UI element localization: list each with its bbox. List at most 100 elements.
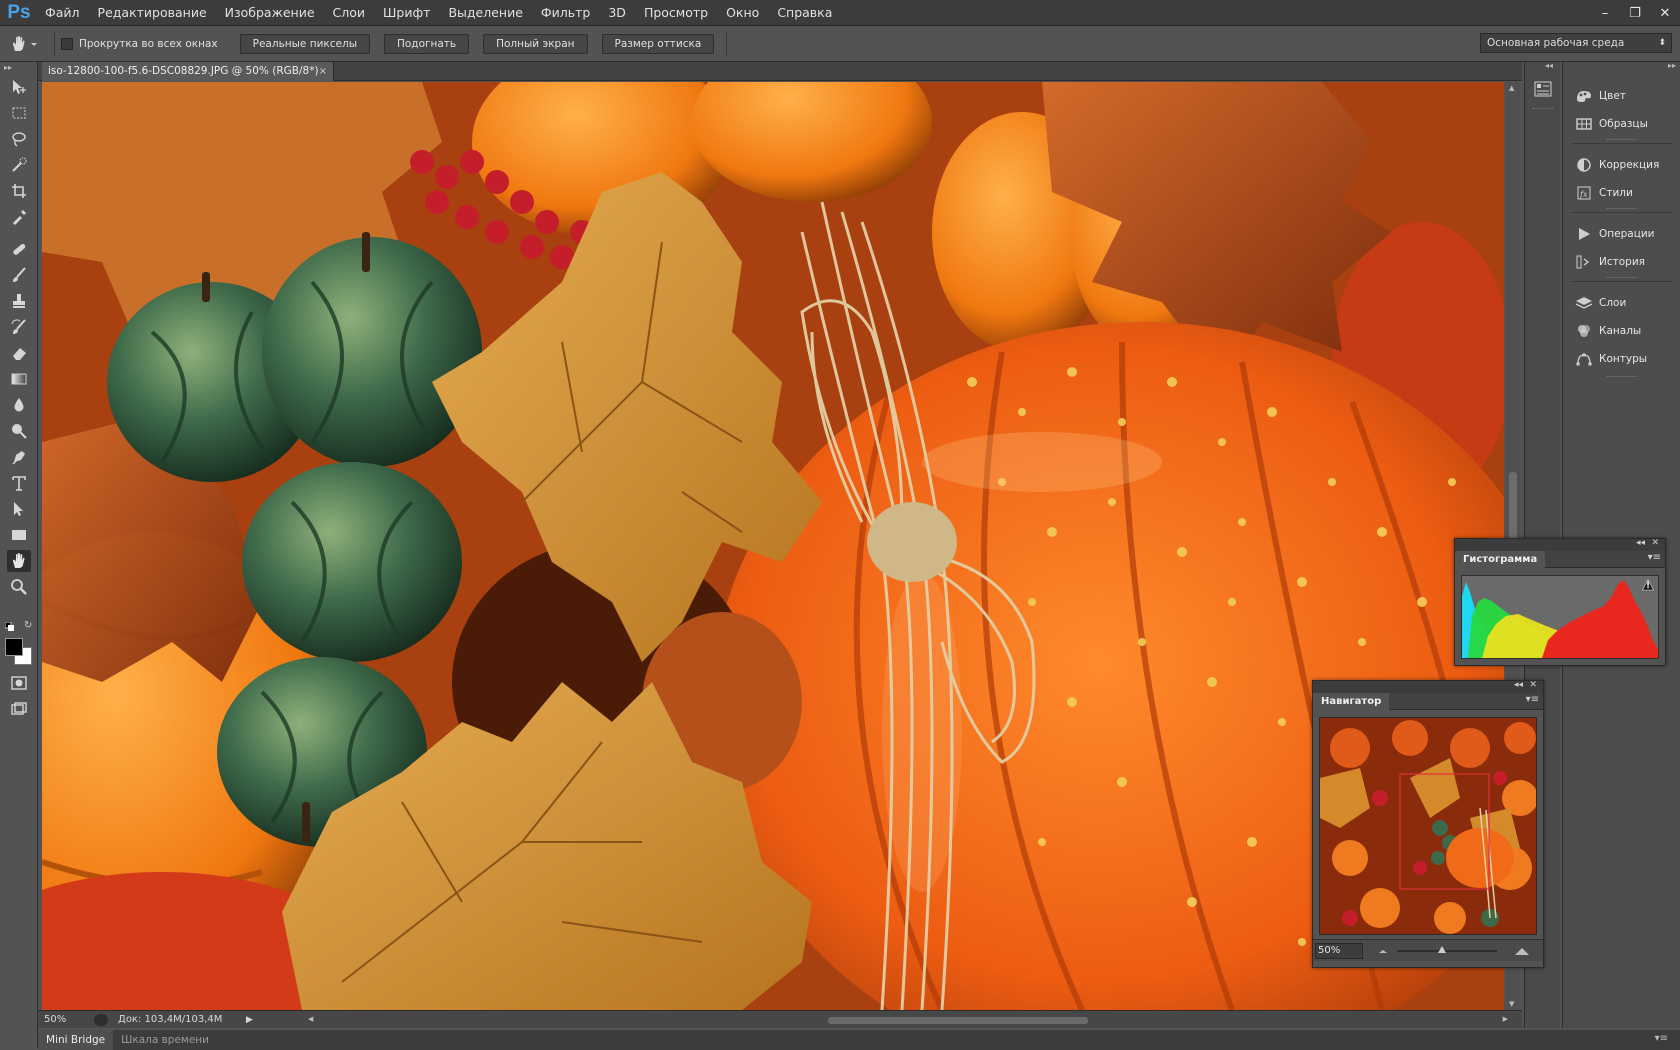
dock-grip[interactable]	[1607, 376, 1637, 378]
navigator-preview[interactable]	[1319, 717, 1537, 935]
info-icon[interactable]	[94, 1013, 108, 1026]
hand-tool-preset-icon[interactable]	[0, 26, 48, 62]
menu-window[interactable]: Окно	[717, 0, 768, 26]
scroll-up-icon[interactable]: ▲	[1509, 84, 1514, 92]
close-panel-icon[interactable]: ✕	[1651, 538, 1659, 548]
dock-grip[interactable]	[1607, 277, 1637, 279]
actions-icon	[1573, 226, 1595, 242]
navigator-zoom-row: 50%	[1313, 939, 1543, 961]
menu-view[interactable]: Просмотр	[635, 0, 717, 26]
navigator-zoom-slider[interactable]	[1397, 946, 1497, 953]
pen-tool-icon[interactable]	[7, 446, 31, 468]
collapse-tools-icon[interactable]: ▸▸	[4, 63, 12, 72]
menu-type[interactable]: Шрифт	[374, 0, 439, 26]
scroll-all-windows-checkbox[interactable]	[61, 37, 73, 50]
panel-title-bar[interactable]: ◂◂ ✕	[1313, 680, 1543, 693]
tab-navigator[interactable]: Навигатор	[1313, 693, 1390, 710]
menu-edit[interactable]: Редактирование	[89, 0, 216, 26]
dock-item-history[interactable]: История	[1573, 251, 1645, 273]
histogram-warning-icon[interactable]: !	[1642, 579, 1654, 591]
quick-mask-icon[interactable]	[7, 672, 31, 694]
history-brush-tool-icon[interactable]	[7, 316, 31, 338]
close-icon[interactable]: ×	[319, 62, 327, 81]
horizontal-scrollbar[interactable]: ◀ ▶	[308, 1015, 1508, 1025]
dock-item-channels[interactable]: Каналы	[1573, 320, 1641, 342]
quick-selection-tool-icon[interactable]	[7, 154, 31, 176]
minimize-button[interactable]: –	[1590, 0, 1620, 26]
dock-item-color[interactable]: Цвет	[1573, 85, 1626, 107]
eraser-tool-icon[interactable]	[7, 342, 31, 364]
panel-menu-icon[interactable]: ▾≡	[1526, 694, 1539, 705]
crop-tool-icon[interactable]	[7, 180, 31, 202]
zoom-out-icon[interactable]	[1377, 944, 1389, 959]
workspace-select[interactable]: Основная рабочая среда ⬍	[1480, 33, 1672, 53]
dock-item-adjustments[interactable]: Коррекция	[1573, 154, 1659, 176]
menu-3d[interactable]: 3D	[599, 0, 635, 26]
collapse-panel-icon[interactable]: ◂◂	[1636, 538, 1645, 548]
fill-screen-button[interactable]: Полный экран	[483, 33, 588, 54]
dock-grip[interactable]	[1607, 208, 1637, 210]
close-panel-icon[interactable]: ✕	[1529, 680, 1537, 690]
tab-timeline[interactable]: Шкала времени	[113, 1030, 217, 1050]
menu-image[interactable]: Изображение	[216, 0, 324, 26]
navigator-zoom-field[interactable]: 50%	[1315, 943, 1363, 959]
document-tab[interactable]: iso-12800-100-f5.6-DSC08829.JPG @ 50% (R…	[42, 62, 334, 81]
menu-select[interactable]: Выделение	[439, 0, 531, 26]
actual-pixels-button[interactable]: Реальные пикселы	[239, 33, 370, 54]
default-colors-icon[interactable]	[4, 621, 15, 632]
move-tool-icon[interactable]	[7, 76, 31, 98]
image-canvas[interactable]	[42, 82, 1504, 1010]
dock-item-styles[interactable]: fx Стили	[1573, 182, 1633, 204]
healing-brush-tool-icon[interactable]	[7, 238, 31, 260]
dock-grip[interactable]	[1533, 108, 1553, 110]
menu-file[interactable]: Файл	[36, 0, 89, 26]
status-zoom[interactable]: 50%	[44, 1014, 88, 1025]
marquee-tool-icon[interactable]	[7, 102, 31, 124]
menu-help[interactable]: Справка	[768, 0, 841, 26]
horizontal-scroll-thumb[interactable]	[828, 1017, 1088, 1024]
clone-stamp-tool-icon[interactable]	[7, 290, 31, 312]
scroll-left-icon[interactable]: ◀	[308, 1015, 313, 1023]
collapse-dock-icon[interactable]: ◂◂	[1545, 61, 1553, 70]
dock-item-paths[interactable]: Контуры	[1573, 348, 1647, 370]
hand-tool-icon[interactable]	[7, 550, 31, 572]
lasso-tool-icon[interactable]	[7, 128, 31, 150]
menu-filter[interactable]: Фильтр	[532, 0, 599, 26]
menu-layers[interactable]: Слои	[324, 0, 375, 26]
swap-colors-icon[interactable]: ↻	[24, 620, 32, 631]
collapse-panels-icon[interactable]: ▸▸	[1668, 61, 1676, 70]
foreground-color-swatch[interactable]	[5, 638, 23, 656]
brush-tool-icon[interactable]	[7, 264, 31, 286]
eyedropper-tool-icon[interactable]	[7, 206, 31, 228]
print-size-button[interactable]: Размер оттиска	[601, 33, 715, 54]
status-menu-arrow-icon[interactable]: ▶	[246, 1015, 253, 1025]
fit-screen-button[interactable]: Подогнать	[383, 33, 470, 54]
tab-histogram[interactable]: Гистограмма	[1455, 551, 1546, 568]
collapse-panel-icon[interactable]: ◂◂	[1514, 680, 1523, 690]
zoom-in-icon[interactable]	[1513, 943, 1531, 960]
close-button[interactable]: ✕	[1650, 0, 1680, 26]
scroll-down-icon[interactable]: ▼	[1509, 1000, 1514, 1008]
type-tool-icon[interactable]	[7, 472, 31, 494]
dock-grip[interactable]	[1607, 139, 1637, 141]
dock-item-swatches[interactable]: Образцы	[1573, 113, 1648, 135]
zoom-tool-icon[interactable]	[7, 576, 31, 598]
screen-mode-icon[interactable]	[7, 698, 31, 720]
navigator-zoom-slider-thumb[interactable]	[1438, 946, 1446, 953]
gradient-tool-icon[interactable]	[7, 368, 31, 390]
dodge-tool-icon[interactable]	[7, 420, 31, 442]
rectangle-tool-icon[interactable]	[7, 524, 31, 546]
panel-menu-icon[interactable]: ▾≡	[1648, 552, 1661, 563]
restore-button[interactable]: ❐	[1620, 0, 1650, 26]
tab-mini-bridge[interactable]: Mini Bridge	[38, 1030, 114, 1050]
scroll-right-icon[interactable]: ▶	[1503, 1015, 1508, 1023]
blur-tool-icon[interactable]	[7, 394, 31, 416]
dock-item-actions[interactable]: Операции	[1573, 223, 1654, 245]
dock-item-layers[interactable]: Слои	[1573, 292, 1626, 314]
properties-icon[interactable]	[1533, 80, 1553, 98]
panel-menu-icon[interactable]: ▾≡	[1655, 1033, 1668, 1044]
document-tab-title: iso-12800-100-f5.6-DSC08829.JPG @ 50% (R…	[48, 65, 319, 77]
histogram-warning-glyph: !	[1645, 581, 1651, 591]
path-selection-tool-icon[interactable]	[7, 498, 31, 520]
panel-title-bar[interactable]: ◂◂ ✕	[1455, 538, 1665, 551]
